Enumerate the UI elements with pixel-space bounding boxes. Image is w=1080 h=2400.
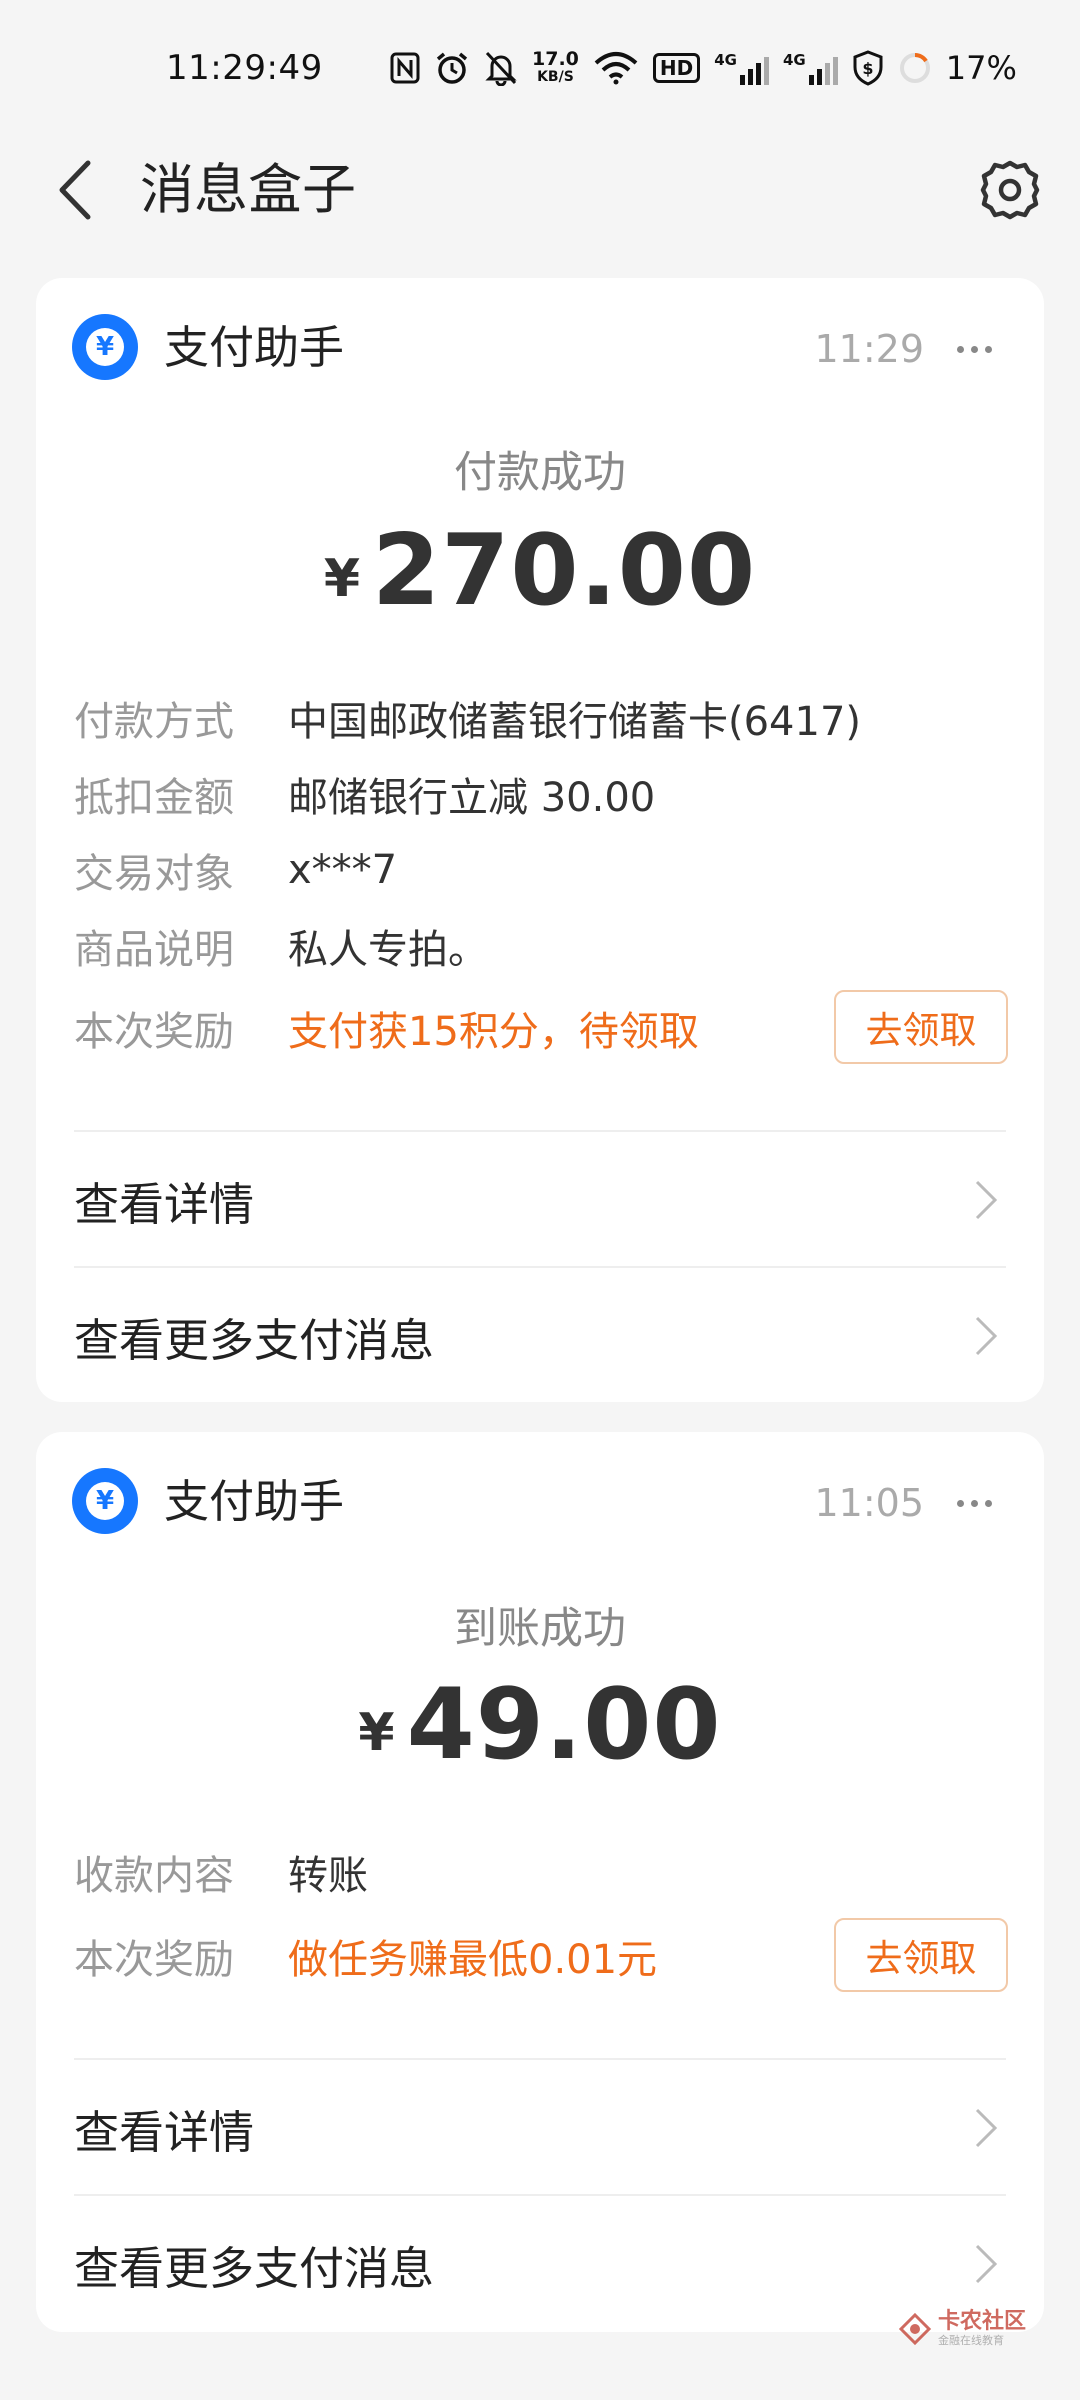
page-header: 消息盒子 <box>0 135 1080 245</box>
detail-label: 付款方式 <box>74 699 234 745</box>
detail-value: x***7 <box>288 847 398 893</box>
app-name: 支付助手 <box>164 321 345 374</box>
signal-icon-2: 4G <box>783 51 838 85</box>
battery-icon <box>899 52 930 83</box>
reward-value: 做任务赚最低0.01元 <box>288 1937 658 1983</box>
watermark-logo-icon <box>898 2312 932 2346</box>
settings-button[interactable] <box>970 145 1050 235</box>
status-icons: 17.0 KB/S HD 4G 4G $ 17% <box>390 44 1017 92</box>
amount-value: 49.00 <box>406 1668 722 1782</box>
more-payment-messages-label: 查看更多支付消息 <box>74 2241 435 2295</box>
detail-row: 交易对象 x***7 <box>74 840 1014 900</box>
detail-label: 抵扣金额 <box>74 775 234 821</box>
gear-icon <box>980 160 1040 220</box>
detail-value: 私人专拍。 <box>288 927 488 973</box>
signal-icon: 4G <box>714 51 769 85</box>
detail-row: 付款方式 中国邮政储蓄银行储蓄卡(6417) <box>74 688 1014 748</box>
status-time: 11:29:49 <box>166 48 323 88</box>
more-icon <box>956 345 964 353</box>
more-icon-dot <box>984 345 992 353</box>
detail-label: 商品说明 <box>74 927 234 973</box>
detail-value: 转账 <box>288 1853 368 1899</box>
mute-icon <box>485 51 517 86</box>
chevron-right-icon <box>966 2098 1006 2158</box>
receipt-status: 到账成功 <box>454 1604 626 1654</box>
currency-symbol: ¥ <box>323 549 360 609</box>
shield-icon: $ <box>853 50 883 86</box>
status-bar: 11:29:49 17.0 KB/S HD 4G 4G $ 17% <box>0 0 1080 135</box>
payment-amount: ¥270.00 <box>36 514 1044 628</box>
more-payment-messages-link[interactable]: 查看更多支付消息 <box>74 2196 1006 2332</box>
page-title: 消息盒子 <box>140 158 356 221</box>
amount-value: 270.00 <box>372 514 757 628</box>
more-icon <box>956 1499 964 1507</box>
detail-row: 商品说明 私人专拍。 <box>74 916 1014 976</box>
back-arrow-icon <box>59 160 91 220</box>
alarm-icon <box>436 52 468 84</box>
hd-icon: HD <box>652 53 701 83</box>
more-options-button[interactable] <box>944 322 1004 376</box>
nfc-icon <box>390 52 420 84</box>
message-card: ¥ 支付助手 11:29 付款成功 ¥270.00 付款方式 中国邮政储蓄银行储… <box>36 278 1044 1402</box>
more-options-button[interactable] <box>944 1476 1004 1530</box>
claim-reward-button[interactable]: 去领取 <box>834 990 1008 1064</box>
reward-value: 支付获15积分，待领取 <box>288 1009 699 1055</box>
watermark-text: 卡农社区 <box>938 2309 1027 2334</box>
currency-symbol: ¥ <box>358 1703 395 1763</box>
receipt-amount: ¥49.00 <box>36 1668 1044 1782</box>
detail-value: 中国邮政储蓄银行储蓄卡(6417) <box>288 699 862 745</box>
message-time: 11:29 <box>814 327 924 371</box>
net-speed: 17.0 KB/S <box>532 48 579 86</box>
svg-text:$: $ <box>862 59 873 78</box>
app-name: 支付助手 <box>164 1475 345 1528</box>
view-details-label: 查看详情 <box>74 1177 255 1231</box>
reward-label: 本次奖励 <box>74 1009 234 1055</box>
more-icon-dot <box>970 345 978 353</box>
chevron-right-icon <box>966 1306 1006 1366</box>
pay-assistant-icon: ¥ <box>72 1468 138 1534</box>
detail-row: 抵扣金额 邮储银行立减 30.00 <box>74 764 1014 824</box>
more-payment-messages-label: 查看更多支付消息 <box>74 1313 435 1367</box>
message-time: 11:05 <box>814 1481 924 1525</box>
chevron-right-icon <box>966 1170 1006 1230</box>
back-button[interactable] <box>44 145 104 235</box>
claim-reward-button[interactable]: 去领取 <box>834 1918 1008 1992</box>
battery-percent: 17% <box>945 49 1017 87</box>
chevron-right-icon <box>966 2234 1006 2294</box>
view-details-link[interactable]: 查看详情 <box>74 1132 1006 1268</box>
wifi-icon <box>594 52 638 85</box>
view-details-label: 查看详情 <box>74 2105 255 2159</box>
detail-row: 收款内容 转账 <box>74 1842 1014 1902</box>
card-header: ¥ 支付助手 11:29 <box>36 278 1044 408</box>
more-icon-dot <box>970 1499 978 1507</box>
pay-assistant-icon: ¥ <box>72 314 138 380</box>
watermark: 卡农社区 金融在线教育 <box>898 2310 1026 2348</box>
reward-label: 本次奖励 <box>74 1937 234 1983</box>
detail-value: 邮储银行立减 30.00 <box>288 775 656 821</box>
view-details-link[interactable]: 查看详情 <box>74 2060 1006 2196</box>
watermark-subtext: 金融在线教育 <box>938 2334 1004 2347</box>
more-icon-dot <box>984 1499 992 1507</box>
detail-label: 收款内容 <box>74 1853 234 1899</box>
detail-label: 交易对象 <box>74 851 234 897</box>
card-header: ¥ 支付助手 11:05 <box>36 1432 1044 1562</box>
message-card: ¥ 支付助手 11:05 到账成功 ¥49.00 收款内容 转账 本次奖励 做任… <box>36 1432 1044 2332</box>
more-payment-messages-link[interactable]: 查看更多支付消息 <box>74 1268 1006 1404</box>
payment-status: 付款成功 <box>454 448 626 498</box>
